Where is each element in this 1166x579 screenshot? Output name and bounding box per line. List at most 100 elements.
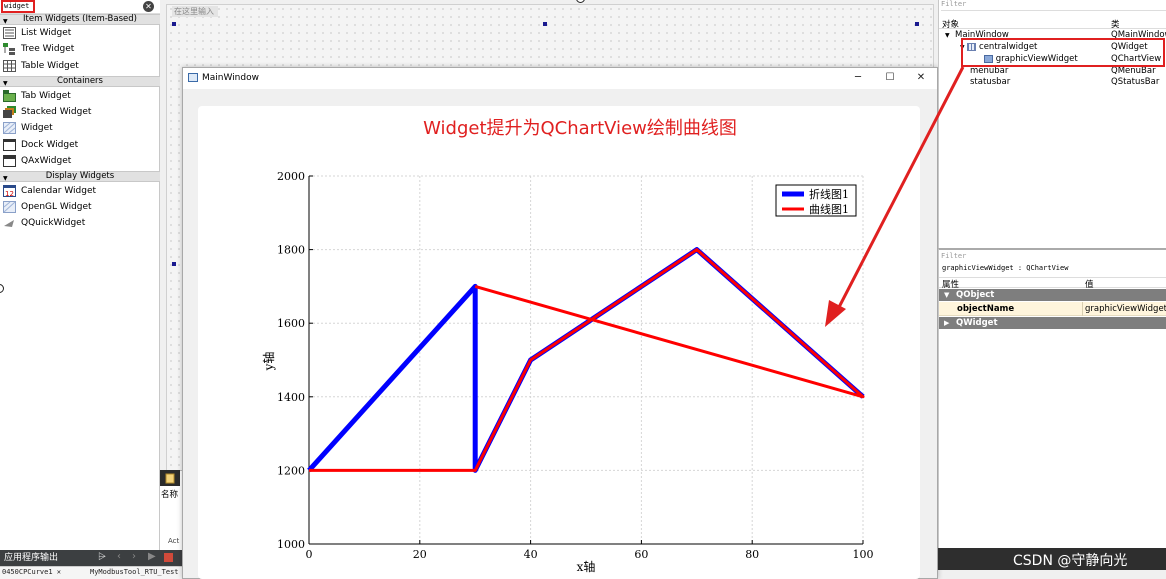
property-group-label: QObject [956, 290, 995, 300]
chart-axes [308, 175, 864, 545]
property-key: objectName [957, 304, 1015, 314]
close-tab-icon[interactable]: ✕ [57, 568, 61, 576]
list-widget-icon [3, 27, 16, 39]
y-tick-label: 1400 [277, 391, 305, 404]
chart-legend: 折线图1 曲线图1 [775, 184, 857, 217]
svg-text:12: 12 [5, 190, 14, 197]
widget-item-label: Widget [21, 123, 53, 133]
y-tick-label: 2000 [277, 170, 305, 183]
window-app-icon [188, 73, 198, 82]
object-filter-input[interactable]: Filter [941, 0, 1166, 11]
selection-handle[interactable] [172, 262, 176, 266]
column-header-object[interactable]: 对象 [942, 18, 959, 30]
watermark-text: CSDN @守静向光 [1013, 553, 1128, 569]
output-pane-title: 应用程序输出 [4, 553, 59, 563]
object-class: QMenuBar [1111, 66, 1156, 76]
tab-widget-icon [3, 90, 16, 102]
property-object-label: graphicViewWidget : QChartView [942, 264, 1069, 272]
widget-item-label: Tree Widget [21, 44, 75, 54]
widget-item-widget[interactable]: Widget [0, 120, 160, 136]
expand-triangle-icon[interactable]: ▶ [944, 317, 949, 329]
property-group-qobject[interactable]: ▼ QObject [939, 289, 1166, 301]
x-tick-label: 100 [853, 548, 874, 561]
dock-act-label: Act [168, 537, 180, 545]
category-label: Item Widgets (Item-Based) [23, 14, 137, 24]
legend-entry: 曲线图1 [809, 202, 849, 216]
widget-item-label: QQuickWidget [21, 218, 86, 228]
widget-item-stacked-widget[interactable]: Stacked Widget [0, 104, 160, 120]
widget-item-tree-widget[interactable]: Tree Widget [0, 41, 160, 57]
y-axis-label: y轴 [261, 352, 276, 372]
y-tick-label: 1000 [277, 538, 305, 551]
minimize-icon[interactable]: ─ [851, 71, 865, 85]
table-widget-icon [3, 60, 16, 72]
window-titlebar[interactable] [183, 68, 937, 89]
expand-triangle-icon[interactable]: ▼ [945, 32, 950, 39]
output-tab[interactable]: MyModbusTool_RTU_Test [90, 568, 180, 576]
widget-item-dock-widget[interactable]: Dock Widget [0, 137, 160, 153]
polyline-series-line [307, 247, 865, 473]
column-divider [1082, 302, 1083, 316]
widget-item-label: Table Widget [21, 61, 79, 71]
property-group-qwidget[interactable]: ▶ QWidget [939, 317, 1166, 329]
collapse-triangle-icon: ▼ [3, 80, 8, 87]
widget-item-label: Calendar Widget [21, 186, 97, 196]
column-header-class[interactable]: 类 [1111, 18, 1120, 30]
close-icon[interactable]: ✕ [914, 71, 928, 85]
category-display-widgets[interactable]: ▼ Display Widgets [0, 171, 160, 182]
output-tab-label: 0450CPCurve1 [2, 568, 53, 576]
output-tab-label: MyModbusTool_RTU_Test [90, 568, 179, 576]
menubar-type-here-hint[interactable]: 在这里输入 [172, 6, 218, 17]
x-tick-label: 80 [745, 548, 759, 561]
x-tick-label: 20 [413, 548, 427, 561]
clear-filter-icon[interactable]: ✕ [143, 1, 154, 12]
widget-filter-input[interactable]: widget [1, 0, 35, 13]
property-filter-input[interactable]: Filter [941, 252, 966, 260]
output-tab[interactable]: 0450CPCurve1 ✕ [2, 568, 61, 576]
property-value-input[interactable]: graphicViewWidget [1085, 304, 1166, 314]
dock-toolbar [160, 470, 180, 486]
tree-widget-icon [3, 43, 15, 55]
folder-icon[interactable] [165, 472, 175, 484]
widget-item-label: List Widget [21, 28, 72, 38]
widget-item-tab-widget[interactable]: Tab Widget [0, 88, 160, 104]
run-icon[interactable]: ▶ [148, 551, 156, 562]
widget-item-table-widget[interactable]: Table Widget [0, 58, 160, 74]
line-chart[interactable]: 0 20 40 60 80 100 1000 1200 1400 1600 1800 2000 Wid… [198, 106, 920, 579]
category-item-widgets[interactable]: ▼ Item Widgets (Item-Based) [0, 14, 160, 25]
resize-handle-icon[interactable] [576, 0, 585, 3]
x-axis-label: x轴 [577, 559, 596, 574]
property-group-label: QWidget [956, 318, 998, 328]
chart-tick-labels: 0 20 40 60 80 100 1000 1200 1400 1600 1800 2000 [277, 170, 874, 561]
stop-icon[interactable] [164, 553, 173, 562]
filter-output-icon[interactable]: ⩥ [98, 552, 106, 563]
y-tick-label: 1600 [277, 317, 305, 330]
chart-grid [308, 175, 864, 545]
tree-row-menubar[interactable]: menubar [970, 66, 1008, 76]
category-label: Display Widgets [45, 171, 115, 181]
dock-name-header: 名称 [161, 490, 179, 500]
maximize-icon[interactable]: ☐ [883, 71, 897, 85]
widget-item-calendar-widget[interactable]: 12 Calendar Widget [0, 183, 160, 199]
tree-row-statusbar[interactable]: statusbar [970, 77, 1010, 87]
selection-handle[interactable] [543, 22, 547, 26]
category-label: Containers [57, 76, 103, 86]
prev-arrow-icon[interactable]: ‹ [117, 551, 121, 562]
widget-item-opengl-widget[interactable]: OpenGL Widget [0, 199, 160, 215]
curve-series-line [309, 248, 865, 472]
category-containers[interactable]: ▼ Containers [0, 76, 160, 87]
widget-item-qquickwidget[interactable]: QQuickWidget [0, 215, 160, 231]
selection-handle[interactable] [915, 22, 919, 26]
next-arrow-icon[interactable]: › [132, 551, 136, 562]
collapse-triangle-icon: ▼ [3, 175, 8, 182]
object-class: QStatusBar [1111, 77, 1160, 87]
x-tick-label: 40 [524, 548, 538, 561]
window-title: MainWindow [202, 73, 259, 83]
annotation-highlight-box [961, 38, 1165, 67]
expand-triangle-icon[interactable]: ▼ [944, 289, 949, 301]
widget-item-qaxwidget[interactable]: QAxWidget [0, 153, 160, 169]
selection-handle[interactable] [172, 22, 176, 26]
y-tick-label: 1800 [277, 244, 305, 257]
widget-item-list-widget[interactable]: List Widget [0, 25, 160, 41]
widget-item-label: QAxWidget [21, 156, 72, 166]
